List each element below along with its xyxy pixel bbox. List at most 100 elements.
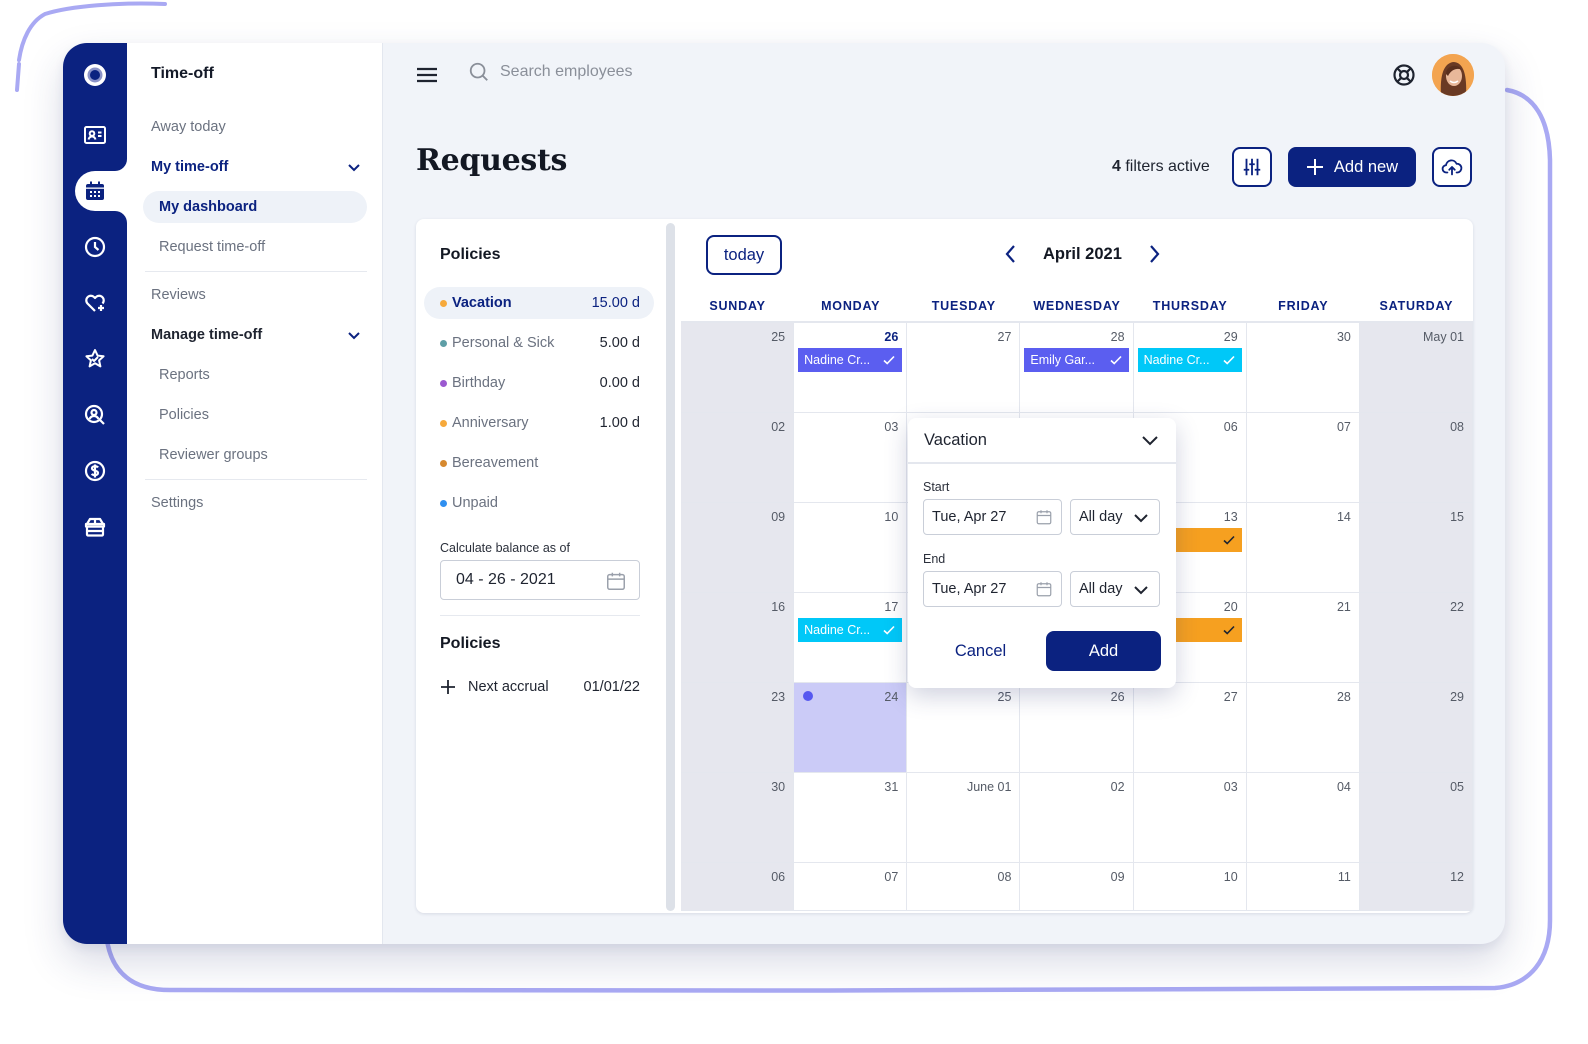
policy-item[interactable]: Unpaid xyxy=(424,487,654,519)
nav-away-today[interactable]: Away today xyxy=(151,111,362,143)
nav-policies-label: Policies xyxy=(159,407,209,423)
policy-select[interactable]: Vacation xyxy=(908,418,1176,464)
calendar-icon[interactable] xyxy=(605,570,627,592)
calendar-day-cell[interactable]: 16 xyxy=(681,593,795,683)
balance-date-input[interactable]: 04 - 26 - 2021 xyxy=(440,560,640,600)
end-date-input[interactable]: Tue, Apr 27 xyxy=(923,571,1062,607)
policy-color-dot xyxy=(440,379,447,387)
calendar-day-cell[interactable]: May 01 xyxy=(1359,323,1473,413)
calendar-day-cell[interactable]: 14 xyxy=(1246,503,1360,593)
calendar-day-cell[interactable]: 05 xyxy=(1359,773,1473,863)
calendar-day-cell[interactable]: 17 Nadine Cr... xyxy=(794,593,908,683)
start-date-input[interactable]: Tue, Apr 27 xyxy=(923,499,1062,535)
nav-my-dashboard[interactable]: My dashboard xyxy=(159,191,362,223)
calendar-day-cell[interactable]: 09 xyxy=(1020,863,1134,911)
time-off-event[interactable]: Nadine Cr... xyxy=(798,618,903,642)
calendar-day-cell[interactable]: 12 xyxy=(1359,863,1473,911)
nav-request-time-off[interactable]: Request time-off xyxy=(159,231,362,263)
plus-icon[interactable] xyxy=(440,679,456,695)
calendar-day-cell[interactable]: 11 xyxy=(1246,863,1360,911)
policies-scrollbar[interactable] xyxy=(666,223,675,911)
nav-settings[interactable]: Settings xyxy=(151,487,362,519)
calendar-day-cell[interactable]: 02 xyxy=(681,413,795,503)
search-input[interactable]: Search employees xyxy=(500,63,633,81)
calendar-day-cell[interactable]: 21 xyxy=(1246,593,1360,683)
calendar-day-cell[interactable]: 27 xyxy=(907,323,1021,413)
calendar-day-cell[interactable]: 04 xyxy=(1246,773,1360,863)
calendar-day-cell[interactable]: 30 xyxy=(1246,323,1360,413)
calendar-day-cell[interactable]: 10 xyxy=(1133,863,1247,911)
nav-request-time-off-label: Request time-off xyxy=(159,239,266,255)
day-number: May 01 xyxy=(1423,330,1464,344)
calendar-day-cell[interactable]: 29 xyxy=(1359,683,1473,773)
search-employees[interactable]: Search employees xyxy=(468,61,633,83)
start-time-select[interactable]: All day xyxy=(1070,499,1160,535)
policy-item[interactable]: Birthday 0.00 d xyxy=(424,367,654,399)
calendar-day-cell[interactable]: 03 xyxy=(1133,773,1247,863)
rail-item-time-tracking[interactable] xyxy=(63,225,127,269)
day-number: 26 xyxy=(1110,690,1125,704)
today-button[interactable]: today xyxy=(706,235,782,275)
calendar-day-cell[interactable]: 31 xyxy=(794,773,908,863)
end-time-select[interactable]: All day xyxy=(1070,571,1160,607)
calendar-day-cell[interactable]: 27 xyxy=(1133,683,1247,773)
chevron-left-icon[interactable] xyxy=(1001,243,1021,265)
time-off-event[interactable]: Emily Gar... xyxy=(1024,348,1129,372)
help-lifebuoy-icon[interactable] xyxy=(1392,63,1416,87)
calendar-day-cell[interactable]: 06 xyxy=(681,863,795,911)
plus-icon xyxy=(1306,159,1323,175)
rail-item-recruiting[interactable] xyxy=(63,393,127,437)
calendar-day-cell[interactable]: 28 Emily Gar... xyxy=(1020,323,1134,413)
rail-item-performance[interactable] xyxy=(63,337,127,381)
calendar-day-cell[interactable]: 07 xyxy=(794,863,908,911)
hamburger-menu-icon[interactable] xyxy=(415,65,439,85)
chevron-right-icon[interactable] xyxy=(1144,243,1164,265)
policy-item[interactable]: Bereavement xyxy=(424,447,654,479)
rail-item-payroll[interactable] xyxy=(63,449,127,493)
nav-reviews[interactable]: Reviews xyxy=(151,279,362,311)
calendar-day-cell[interactable]: 10 xyxy=(794,503,908,593)
nav-reviewer-groups[interactable]: Reviewer groups xyxy=(159,439,362,471)
day-number: June 01 xyxy=(966,780,1012,794)
calendar-day-cell[interactable]: 30 xyxy=(681,773,795,863)
add-button[interactable]: Add xyxy=(1046,631,1161,671)
calendar-day-cell[interactable]: 25 xyxy=(907,683,1021,773)
calendar-day-cell[interactable]: 26 Nadine Cr... xyxy=(794,323,908,413)
calendar-day-cell[interactable]: 29 Nadine Cr... xyxy=(1133,323,1247,413)
calendar-day-cell[interactable]: 15 xyxy=(1359,503,1473,593)
nav-reports[interactable]: Reports xyxy=(159,359,362,391)
policies-heading: Policies xyxy=(440,246,501,263)
rail-item-directory[interactable] xyxy=(63,113,127,157)
policy-item[interactable]: Anniversary 1.00 d xyxy=(424,407,654,439)
rail-item-marketplace[interactable] xyxy=(63,505,127,549)
user-avatar[interactable] xyxy=(1432,54,1474,96)
rail-item-time-off[interactable] xyxy=(63,169,127,213)
rail-item-benefits[interactable] xyxy=(63,281,127,325)
calendar-day-cell[interactable]: 03 xyxy=(794,413,908,503)
nav-my-time-off[interactable]: My time-off xyxy=(151,151,362,183)
weekday-label: WEDNESDAY xyxy=(1033,299,1121,313)
calendar-day-cell[interactable]: 08 xyxy=(1359,413,1473,503)
calendar-day-cell[interactable]: 25 xyxy=(681,323,795,413)
upload-button[interactable] xyxy=(1432,147,1472,187)
calendar-day-cell[interactable]: 08 xyxy=(907,863,1021,911)
calendar-day-cell[interactable]: 23 xyxy=(681,683,795,773)
calendar-day-cell[interactable]: 02 xyxy=(1020,773,1134,863)
nav-manage-time-off[interactable]: Manage time-off xyxy=(151,319,362,351)
filters-button[interactable] xyxy=(1232,147,1272,187)
policy-item[interactable]: Personal & Sick 5.00 d xyxy=(424,327,654,359)
calendar-day-cell[interactable]: 22 xyxy=(1359,593,1473,683)
calendar-day-cell[interactable]: 09 xyxy=(681,503,795,593)
calendar-day-cell[interactable]: 24 xyxy=(794,683,908,773)
rail-item-home[interactable] xyxy=(63,53,127,97)
calendar-day-cell[interactable]: 26 xyxy=(1020,683,1134,773)
calendar-day-cell[interactable]: 07 xyxy=(1246,413,1360,503)
calendar-day-cell[interactable]: 28 xyxy=(1246,683,1360,773)
add-new-button[interactable]: Add new xyxy=(1288,147,1416,187)
cancel-button[interactable]: Cancel xyxy=(938,631,1023,671)
time-off-event[interactable]: Nadine Cr... xyxy=(1137,348,1242,372)
nav-policies[interactable]: Policies xyxy=(159,399,362,431)
time-off-event[interactable]: Nadine Cr... xyxy=(798,348,903,372)
policy-item[interactable]: Vacation 15.00 d xyxy=(424,287,654,319)
calendar-day-cell[interactable]: June 01 xyxy=(907,773,1021,863)
